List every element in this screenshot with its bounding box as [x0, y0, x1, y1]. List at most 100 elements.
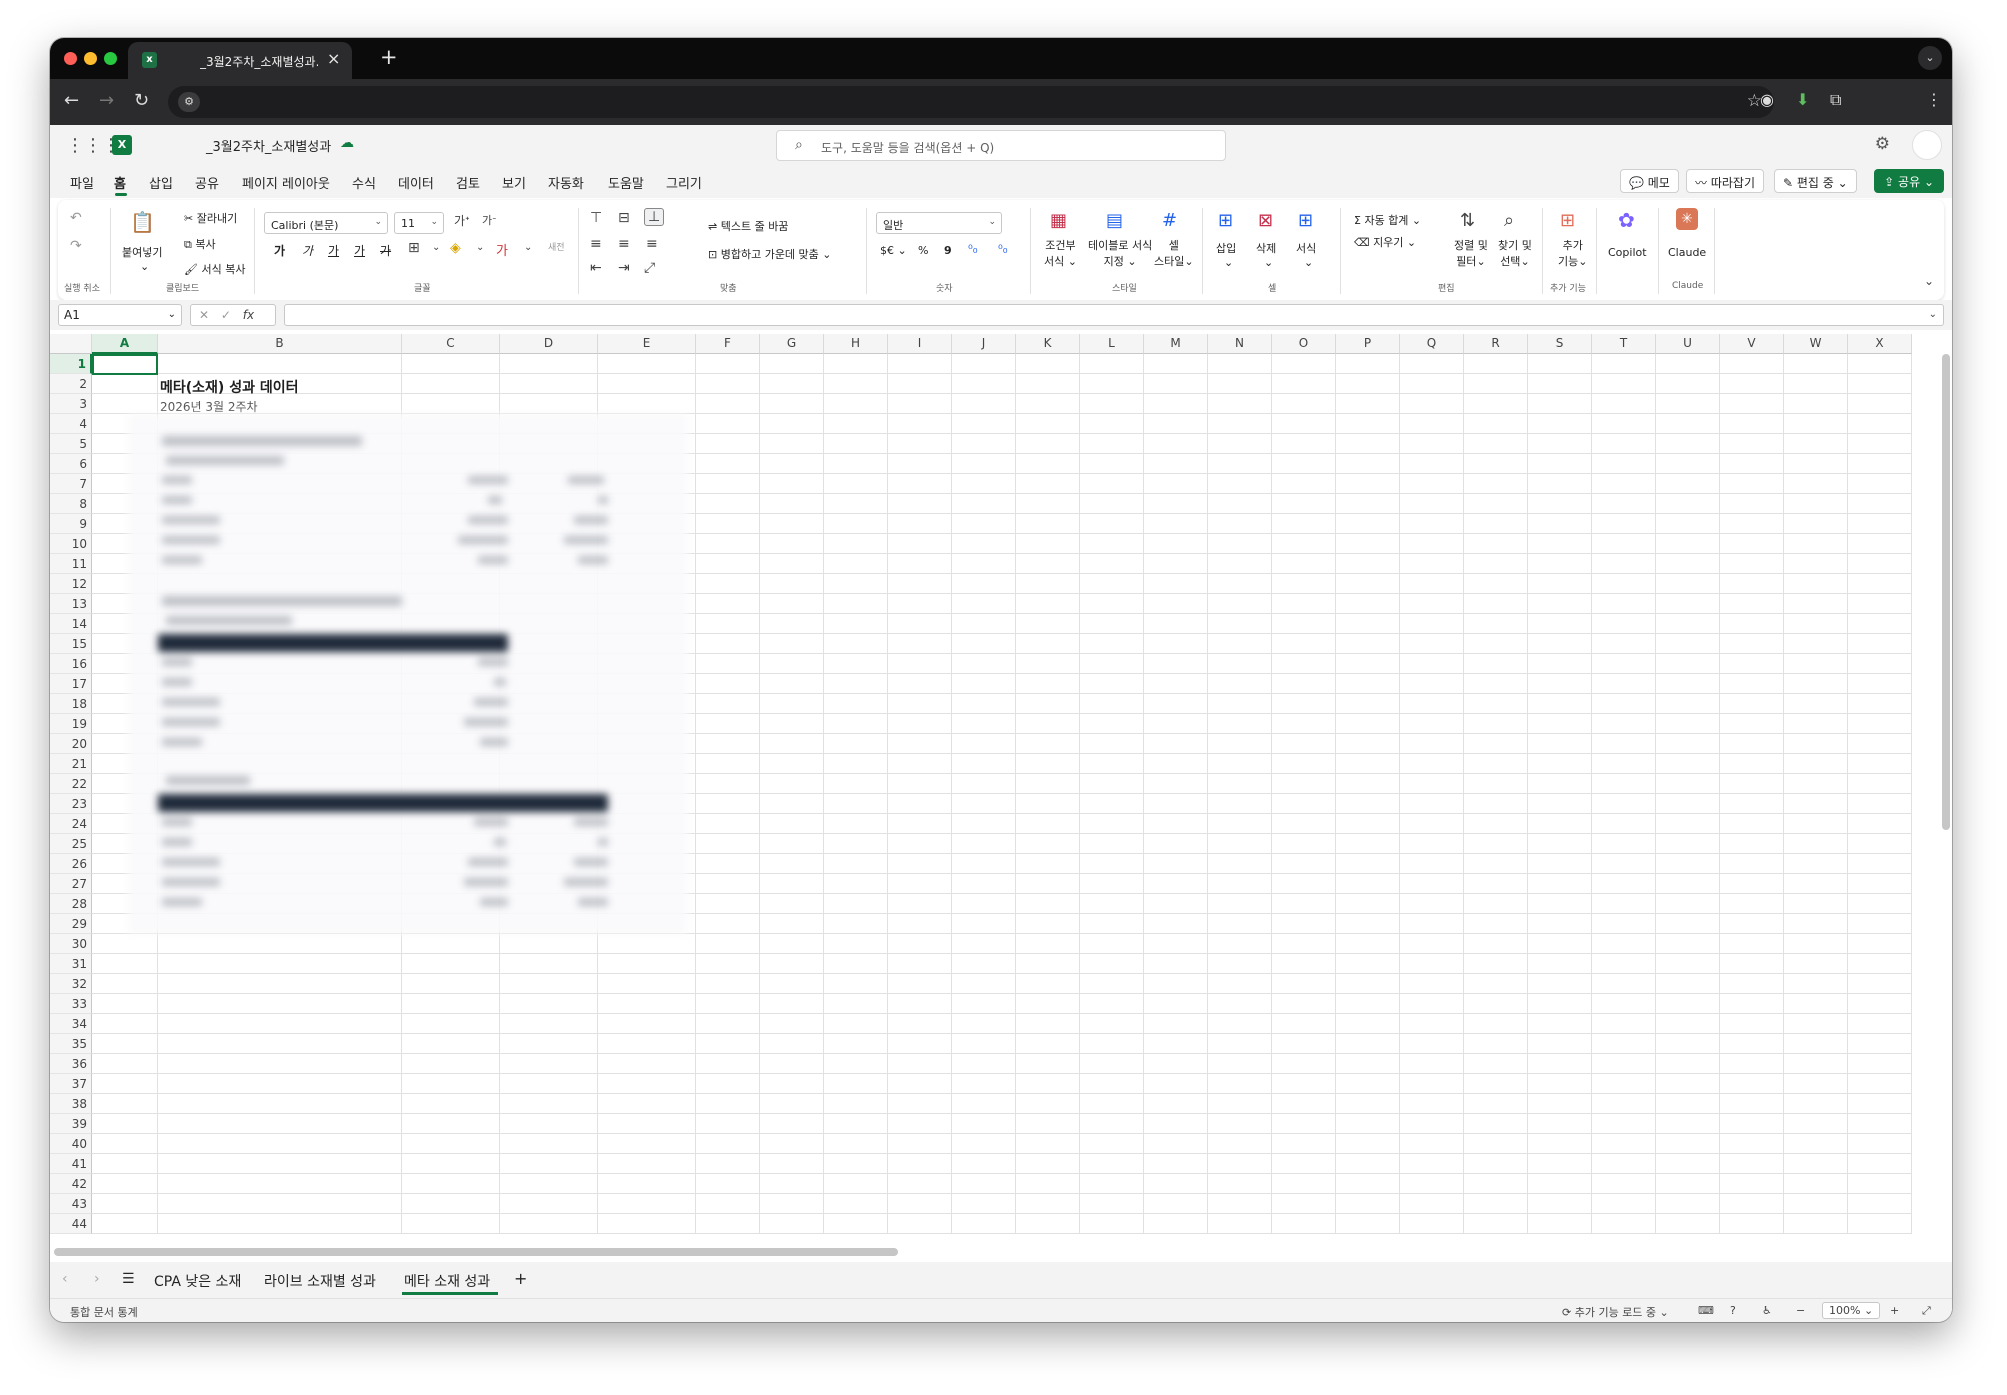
column-header-k[interactable]: K [1016, 334, 1080, 354]
find-select-icon[interactable]: ⌕ [1504, 210, 1514, 231]
tab-search-icon[interactable]: ⌄ [1918, 46, 1942, 70]
column-header-s[interactable]: S [1528, 334, 1592, 354]
font-color-icon[interactable]: 가 [496, 240, 508, 259]
row-header-39[interactable]: 39 [50, 1114, 92, 1134]
redo-icon[interactable]: ↷ [70, 238, 82, 254]
catch-up-button[interactable]: 〰 따라잡기 [1686, 169, 1764, 193]
sort-filter-icon[interactable]: ⇅ [1460, 210, 1475, 231]
cell-styles-icon[interactable]: # [1162, 210, 1177, 231]
reload-icon[interactable]: ↻ [134, 90, 149, 111]
ribbon-collapse-icon[interactable]: ⌄ [1924, 274, 1934, 288]
row-header-30[interactable]: 30 [50, 934, 92, 954]
tab-help[interactable]: 도움말 [608, 173, 644, 192]
add-sheet-button[interactable]: + [514, 1269, 527, 1288]
strikethrough-button[interactable]: 가 [380, 242, 391, 259]
row-header-17[interactable]: 17 [50, 674, 92, 694]
zoom-in-icon[interactable]: + [1890, 1304, 1899, 1317]
row-header-24[interactable]: 24 [50, 814, 92, 834]
row-header-35[interactable]: 35 [50, 1034, 92, 1054]
column-header-e[interactable]: E [598, 334, 696, 354]
spreadsheet-grid[interactable]: ABCDEFGHIJKLMNOPQRSTUVWX 1 2 3 4 5 6 7 8 9 10 11 12… [50, 334, 1934, 1244]
row-header-11[interactable]: 11 [50, 554, 92, 574]
format-as-table-button[interactable]: 테이블로 서식 지정 ⌄ [1088, 238, 1152, 270]
row-header-38[interactable]: 38 [50, 1094, 92, 1114]
align-middle-icon[interactable]: ⊟ [618, 210, 630, 226]
column-header-u[interactable]: U [1656, 334, 1720, 354]
tab-view[interactable]: 보기 [502, 173, 526, 192]
align-top-icon[interactable]: ⊤ [590, 210, 602, 226]
tab-review[interactable]: 검토 [456, 173, 480, 192]
orientation-icon[interactable]: ⤢ [644, 260, 655, 276]
borders-icon[interactable]: ⊞ [408, 240, 420, 256]
column-header-n[interactable]: N [1208, 334, 1272, 354]
sort-filter-button[interactable]: 정렬 및 필터⌄ [1454, 238, 1488, 270]
chevron-down-icon[interactable]: ⌄ [1224, 256, 1233, 269]
site-info-icon[interactable]: ⚙ [178, 92, 200, 112]
minimize-window-button[interactable] [84, 52, 97, 65]
cut-button[interactable]: ✂ 잘라내기 [184, 210, 237, 226]
next-sheet-icon[interactable]: › [94, 1271, 100, 1287]
clear-button[interactable]: ⌫ 지우기 ⌄ [1354, 234, 1416, 250]
column-header-q[interactable]: Q [1400, 334, 1464, 354]
copilot-button[interactable]: Copilot [1608, 246, 1647, 259]
chevron-down-icon[interactable]: ⌄ [1264, 256, 1273, 269]
addins-button[interactable]: 추가 기능⌄ [1558, 238, 1587, 270]
new-style-label[interactable]: 새전 [548, 240, 565, 253]
row-header-13[interactable]: 13 [50, 594, 92, 614]
row-header-40[interactable]: 40 [50, 1134, 92, 1154]
url-input[interactable]: ⚙ ☆ [168, 86, 1774, 118]
align-center-icon[interactable]: ≡ [618, 236, 630, 252]
column-header-m[interactable]: M [1144, 334, 1208, 354]
row-header-14[interactable]: 14 [50, 614, 92, 634]
addins-icon[interactable]: ⊞ [1560, 210, 1575, 231]
copy-button[interactable]: ⧉ 복사 [184, 236, 216, 252]
row-header-27[interactable]: 27 [50, 874, 92, 894]
chevron-down-icon[interactable]: ⌄ [476, 242, 484, 253]
row-header-10[interactable]: 10 [50, 534, 92, 554]
format-cells-button[interactable]: 서식 [1296, 240, 1316, 256]
tab-draw[interactable]: 그리기 [666, 173, 702, 192]
tab-insert[interactable]: 삽입 [149, 173, 173, 192]
column-header-l[interactable]: L [1080, 334, 1144, 354]
expand-formula-icon[interactable]: ⌄ [1929, 309, 1937, 320]
sheet-title-cell[interactable]: 메타(소재) 성과 데이터 [160, 377, 298, 397]
row-header-32[interactable]: 32 [50, 974, 92, 994]
align-left-icon[interactable]: ≡ [590, 236, 602, 252]
row-header-43[interactable]: 43 [50, 1194, 92, 1214]
decrease-indent-icon[interactable]: ⇤ [590, 260, 602, 276]
row-header-25[interactable]: 25 [50, 834, 92, 854]
vertical-scrollbar[interactable] [1942, 354, 1950, 830]
column-header-v[interactable]: V [1720, 334, 1784, 354]
document-title[interactable]: _3월2주차_소재별성과 [206, 136, 331, 155]
row-header-2[interactable]: 2 [50, 374, 92, 394]
row-header-36[interactable]: 36 [50, 1054, 92, 1074]
align-bottom-icon[interactable]: ⊥ [644, 208, 665, 226]
row-header-22[interactable]: 22 [50, 774, 92, 794]
tab-data[interactable]: 데이터 [398, 173, 434, 192]
fill-color-icon[interactable]: ◈ [450, 240, 461, 256]
row-header-9[interactable]: 9 [50, 514, 92, 534]
find-select-button[interactable]: 찾기 및 선택⌄ [1498, 238, 1532, 270]
column-header-t[interactable]: T [1592, 334, 1656, 354]
column-header-g[interactable]: G [760, 334, 824, 354]
editing-mode-button[interactable]: ✎ 편집 중 ⌄ [1774, 169, 1857, 193]
share-button[interactable]: ⇪ 공유 ⌄ [1874, 169, 1944, 193]
row-header-34[interactable]: 34 [50, 1014, 92, 1034]
grow-font-icon[interactable]: 가ᐩ [454, 212, 470, 229]
chevron-down-icon[interactable]: ⌄ [432, 242, 440, 253]
column-header-h[interactable]: H [824, 334, 888, 354]
row-header-7[interactable]: 7 [50, 474, 92, 494]
row-header-4[interactable]: 4 [50, 414, 92, 434]
download-icon[interactable]: ⬇ [1796, 90, 1809, 109]
bold-button[interactable]: 가 [274, 242, 285, 259]
close-window-button[interactable] [64, 52, 77, 65]
row-header-15[interactable]: 15 [50, 634, 92, 654]
row-header-28[interactable]: 28 [50, 894, 92, 914]
accessibility-icon[interactable]: ♿ [1762, 1304, 1772, 1317]
row-header-18[interactable]: 18 [50, 694, 92, 714]
selected-cell-a1[interactable] [92, 354, 158, 375]
currency-button[interactable]: $€ ⌄ [880, 244, 907, 257]
keyboard-icon[interactable]: ⌨ [1698, 1304, 1714, 1317]
name-box[interactable]: A1 ⌄ [58, 304, 182, 326]
merge-center-button[interactable]: ⊡ 병합하고 가운데 맞춤 ⌄ [708, 246, 832, 262]
